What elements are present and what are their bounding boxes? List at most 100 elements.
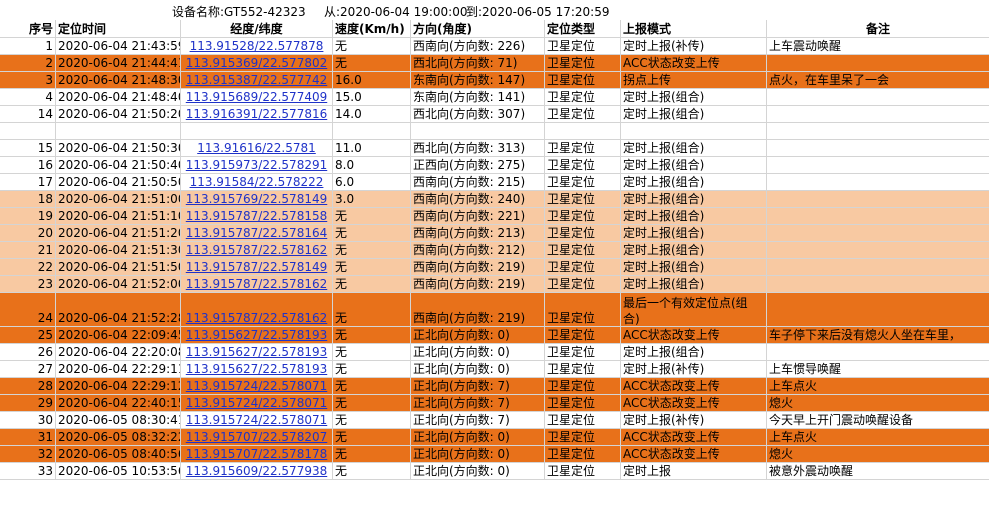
- coord-link-text[interactable]: 113.915724/22.578071: [186, 395, 327, 411]
- position-type-cell[interactable]: 卫星定位: [545, 361, 621, 378]
- direction-cell[interactable]: 正北向(方向数: 7): [411, 395, 545, 412]
- position-type-cell[interactable]: 卫星定位: [545, 89, 621, 106]
- time-cell[interactable]: 2020-06-04 21:50:30: [56, 140, 181, 157]
- seq-cell[interactable]: 25: [0, 327, 56, 344]
- report-mode-cell[interactable]: 定时上报(组合): [621, 89, 767, 106]
- report-mode-cell[interactable]: ACC状态改变上传: [621, 378, 767, 395]
- position-type-cell[interactable]: 卫星定位: [545, 55, 621, 72]
- time-cell[interactable]: 2020-06-04 21:50:20: [56, 106, 181, 123]
- coord-link-text[interactable]: 113.915724/22.578071: [186, 378, 327, 394]
- speed-cell[interactable]: 无: [333, 242, 411, 259]
- report-mode-cell[interactable]: 定时上报(组合): [621, 140, 767, 157]
- speed-cell[interactable]: 8.0: [333, 157, 411, 174]
- speed-cell[interactable]: 无: [333, 395, 411, 412]
- seq-cell[interactable]: 3: [0, 72, 56, 89]
- direction-cell[interactable]: 正西向(方向数: 275): [411, 157, 545, 174]
- speed-cell[interactable]: 15.0: [333, 89, 411, 106]
- direction-cell[interactable]: [411, 123, 545, 140]
- speed-cell[interactable]: 11.0: [333, 140, 411, 157]
- seq-cell[interactable]: [0, 123, 56, 140]
- note-cell[interactable]: [767, 106, 989, 123]
- note-cell[interactable]: 上车点火: [767, 429, 989, 446]
- report-mode-cell[interactable]: ACC状态改变上传: [621, 327, 767, 344]
- header-speed[interactable]: 速度(Km/h): [333, 20, 411, 38]
- coord-link[interactable]: 113.915707/22.578178: [181, 446, 333, 463]
- speed-cell[interactable]: 无: [333, 446, 411, 463]
- coord-link[interactable]: 113.915787/22.578149: [181, 259, 333, 276]
- seq-cell[interactable]: 17: [0, 174, 56, 191]
- coord-link[interactable]: 113.91584/22.578222: [181, 174, 333, 191]
- time-cell[interactable]: 2020-06-05 08:30:41: [56, 412, 181, 429]
- header-position-type[interactable]: 定位类型: [545, 20, 621, 38]
- direction-cell[interactable]: 西南向(方向数: 215): [411, 174, 545, 191]
- direction-cell[interactable]: 正北向(方向数: 0): [411, 361, 545, 378]
- coord-link-text[interactable]: 113.915787/22.578162: [186, 310, 327, 326]
- position-type-cell[interactable]: 卫星定位: [545, 140, 621, 157]
- time-cell[interactable]: 2020-06-04 22:09:45: [56, 327, 181, 344]
- note-cell[interactable]: [767, 276, 989, 293]
- time-cell[interactable]: 2020-06-04 21:51:20: [56, 225, 181, 242]
- time-cell[interactable]: 2020-06-04 21:51:00: [56, 191, 181, 208]
- coord-link[interactable]: 113.915689/22.577409: [181, 89, 333, 106]
- report-mode-cell[interactable]: 定时上报(组合): [621, 276, 767, 293]
- position-type-cell[interactable]: 卫星定位: [545, 395, 621, 412]
- speed-cell[interactable]: 无: [333, 276, 411, 293]
- coord-link-text[interactable]: 113.915627/22.578193: [186, 327, 327, 343]
- seq-cell[interactable]: 20: [0, 225, 56, 242]
- position-type-cell[interactable]: 卫星定位: [545, 293, 621, 327]
- header-report-mode[interactable]: 上报模式: [621, 20, 767, 38]
- position-type-cell[interactable]: 卫星定位: [545, 276, 621, 293]
- direction-cell[interactable]: 西南向(方向数: 221): [411, 208, 545, 225]
- report-mode-cell[interactable]: 定时上报(组合): [621, 174, 767, 191]
- direction-cell[interactable]: 西南向(方向数: 219): [411, 276, 545, 293]
- coord-link[interactable]: 113.915973/22.578291: [181, 157, 333, 174]
- report-mode-cell[interactable]: 定时上报(组合): [621, 191, 767, 208]
- report-mode-cell[interactable]: 定时上报(组合): [621, 157, 767, 174]
- seq-cell[interactable]: 18: [0, 191, 56, 208]
- position-type-cell[interactable]: 卫星定位: [545, 259, 621, 276]
- seq-cell[interactable]: 24: [0, 293, 56, 327]
- speed-cell[interactable]: 无: [333, 429, 411, 446]
- coord-link-text[interactable]: 113.915627/22.578193: [186, 361, 327, 377]
- position-type-cell[interactable]: 卫星定位: [545, 446, 621, 463]
- coord-link[interactable]: 113.91528/22.577878: [181, 38, 333, 55]
- coord-link-text[interactable]: 113.915689/22.577409: [186, 89, 327, 105]
- direction-cell[interactable]: 西北向(方向数: 307): [411, 106, 545, 123]
- seq-cell[interactable]: 30: [0, 412, 56, 429]
- report-mode-cell[interactable]: 最后一个有效定位点(组合): [621, 293, 767, 327]
- speed-cell[interactable]: 无: [333, 344, 411, 361]
- report-mode-cell[interactable]: 定时上报: [621, 463, 767, 480]
- speed-cell[interactable]: 3.0: [333, 191, 411, 208]
- report-mode-cell[interactable]: 定时上报(补传): [621, 412, 767, 429]
- speed-cell[interactable]: 14.0: [333, 106, 411, 123]
- coord-link-text[interactable]: 113.915787/22.578158: [186, 208, 327, 224]
- report-mode-cell[interactable]: 定时上报(组合): [621, 259, 767, 276]
- header-seq[interactable]: 序号: [0, 20, 56, 38]
- coord-link[interactable]: 113.916391/22.577816: [181, 106, 333, 123]
- seq-cell[interactable]: 31: [0, 429, 56, 446]
- direction-cell[interactable]: 正北向(方向数: 7): [411, 412, 545, 429]
- note-cell[interactable]: [767, 123, 989, 140]
- direction-cell[interactable]: 西南向(方向数: 240): [411, 191, 545, 208]
- position-type-cell[interactable]: 卫星定位: [545, 106, 621, 123]
- note-cell[interactable]: [767, 89, 989, 106]
- coord-link[interactable]: 113.915627/22.578193: [181, 327, 333, 344]
- header-coord[interactable]: 经度/纬度: [181, 20, 333, 38]
- time-cell[interactable]: 2020-06-04 21:52:28: [56, 293, 181, 327]
- coord-link-text[interactable]: 113.915769/22.578149: [186, 191, 327, 207]
- coord-link[interactable]: 113.915387/22.577742: [181, 72, 333, 89]
- coord-link-text[interactable]: 113.915724/22.578071: [186, 412, 327, 428]
- time-cell[interactable]: 2020-06-04 22:20:08: [56, 344, 181, 361]
- position-type-cell[interactable]: 卫星定位: [545, 463, 621, 480]
- seq-cell[interactable]: 33: [0, 463, 56, 480]
- coord-link[interactable]: 113.915787/22.578158: [181, 208, 333, 225]
- coord-link[interactable]: 113.915627/22.578193: [181, 344, 333, 361]
- report-mode-cell[interactable]: 拐点上传: [621, 72, 767, 89]
- note-cell[interactable]: 车子停下来后没有熄火人坐在车里，: [767, 327, 989, 344]
- direction-cell[interactable]: 西南向(方向数: 219): [411, 293, 545, 327]
- speed-cell[interactable]: 无: [333, 361, 411, 378]
- seq-cell[interactable]: 26: [0, 344, 56, 361]
- position-type-cell[interactable]: 卫星定位: [545, 38, 621, 55]
- seq-cell[interactable]: 22: [0, 259, 56, 276]
- seq-cell[interactable]: 15: [0, 140, 56, 157]
